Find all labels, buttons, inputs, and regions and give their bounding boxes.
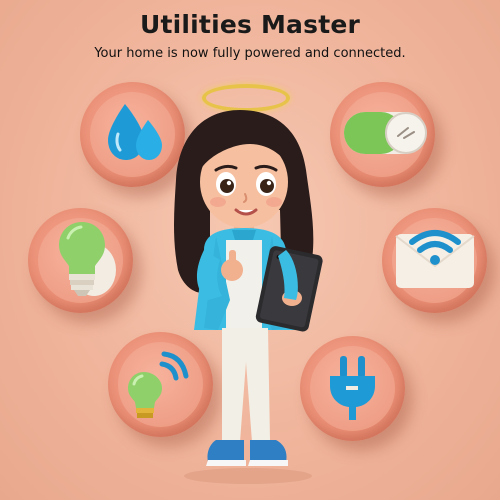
page-title: Utilities Master (139, 10, 361, 39)
wifi-mail-icon (395, 230, 475, 288)
light-bulb-icon (59, 222, 116, 296)
character-figure (174, 110, 323, 484)
illustration-canvas: Utilities Master Your home is now fully … (0, 0, 500, 500)
switch-badge (330, 82, 435, 187)
mail-badge (382, 208, 487, 313)
toggle-switch-icon (344, 112, 427, 154)
bulb-badge (28, 208, 133, 313)
page-subtitle: Your home is now fully powered and conne… (94, 46, 406, 61)
